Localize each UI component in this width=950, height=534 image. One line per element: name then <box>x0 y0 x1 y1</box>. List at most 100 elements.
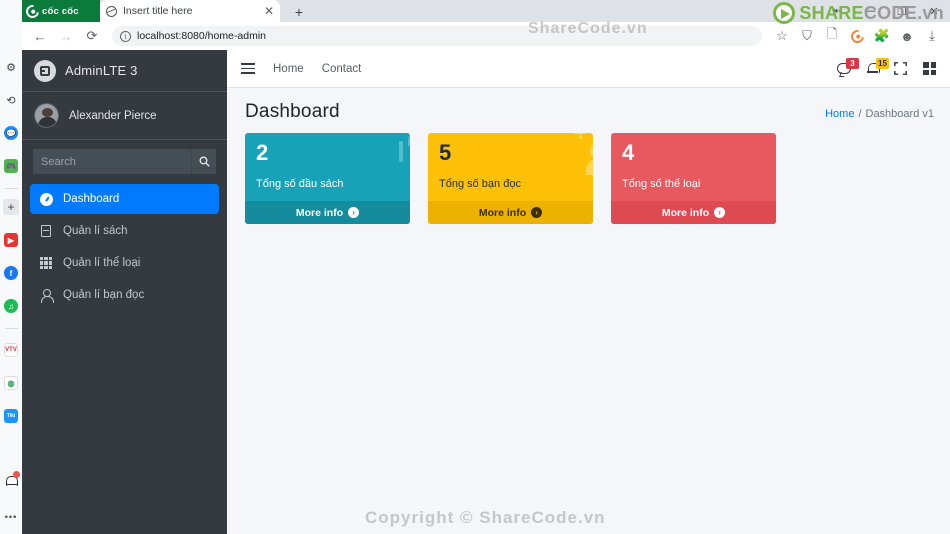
reading-list-icon[interactable]: 🗋 <box>820 24 844 48</box>
card-label: Tổng số đầu sách <box>256 178 344 190</box>
restore-down-icon[interactable]: ⇤ <box>822 0 854 22</box>
extensions-icon[interactable]: 🧩 <box>870 24 894 48</box>
bookmark-star-icon[interactable]: ☆ <box>770 24 794 48</box>
sidebar-brand[interactable]: AdminLTE 3 <box>22 50 227 92</box>
download-icon[interactable]: ⤓ <box>920 24 944 48</box>
card-more-info[interactable]: More info › <box>428 201 593 224</box>
coccoc-brand-label: cốc cốc <box>42 5 79 17</box>
navlink-contact[interactable]: Contact <box>322 63 362 75</box>
tab-favicon <box>106 5 117 17</box>
admin-sidebar: AdminLTE 3 Alexander Pierce Dashboard <box>22 50 227 534</box>
notifications-button[interactable]: 15 <box>867 58 889 74</box>
tab-title: Insert title here <box>123 5 193 17</box>
browser-window: ⚙ ⟲ 💬 🎮 + ▶ f ♫ VTV ◍ Tiki ••• cốc cốc I… <box>0 0 950 534</box>
user-icon <box>39 288 54 303</box>
sidebar-item-label: Quản lí thể loại <box>63 257 141 269</box>
navbar-right: 3 15 <box>837 58 936 75</box>
card-body: 2 Tổng số đầu sách <box>245 133 410 201</box>
gamepad-icon[interactable]: 🎮 <box>2 155 20 177</box>
more-options-icon[interactable]: ••• <box>2 506 20 528</box>
card-footer-label: More info <box>661 206 710 219</box>
close-window-button[interactable]: ✕ <box>918 0 950 22</box>
card-footer-label: More info <box>478 206 527 219</box>
tiki-icon[interactable]: Tiki <box>2 405 20 427</box>
sidebar-search <box>22 140 227 178</box>
card-total-categories: 4 Tổng số thể loại More info › <box>611 133 776 224</box>
notifications-badge: 15 <box>876 58 889 69</box>
card-body: 5 Tổng số bạn đọc <box>428 133 593 201</box>
sidebar-nav: Dashboard Quản lí sách Quản lí thể loại … <box>22 178 227 310</box>
emoji-icon[interactable]: ☻ <box>895 24 919 48</box>
content-header: Dashboard Home / Dashboard v1 <box>227 88 950 133</box>
sidebar-item-categories[interactable]: Quản lí thể loại <box>30 248 219 278</box>
card-more-info[interactable]: More info › <box>611 201 776 224</box>
window-controls: ⇤ — ❐ ✕ <box>822 0 950 22</box>
sidebar-item-label: Quản lí bạn đọc <box>63 289 145 301</box>
arrow-right-icon: › <box>348 207 360 218</box>
sidebar-item-label: Dashboard <box>63 193 120 205</box>
shopping-bag-icon <box>399 141 403 162</box>
breadcrumb-home[interactable]: Home <box>825 108 854 120</box>
minimize-button[interactable]: — <box>854 0 886 22</box>
sidebar-item-books[interactable]: Quản lí sách <box>30 216 219 246</box>
arrow-right-icon: › <box>531 207 543 218</box>
breadcrumb: Home / Dashboard v1 <box>825 101 934 120</box>
hamburger-icon[interactable] <box>241 63 255 74</box>
search-input[interactable] <box>33 149 191 174</box>
book-icon <box>39 225 53 237</box>
search-button[interactable] <box>191 149 216 174</box>
coccoc-icon[interactable]: ◍ <box>2 372 20 394</box>
youtube-icon[interactable]: ▶ <box>2 229 20 251</box>
browser-tab[interactable]: Insert title here ✕ <box>100 0 280 22</box>
add-icon[interactable]: + <box>3 199 19 215</box>
controls-sidebar-button[interactable] <box>923 62 936 75</box>
spotify-icon[interactable]: ♫ <box>2 295 20 317</box>
site-info-icon[interactable]: i <box>120 30 131 42</box>
messenger-icon[interactable]: 💬 <box>2 122 20 144</box>
forward-icon[interactable]: → <box>54 24 78 48</box>
toolbar-right-icons: ☆ ⛉ 🗋 🧩 ☻ ⤓ <box>770 24 944 48</box>
vtv-icon[interactable]: VTV <box>2 339 20 361</box>
card-number: 5 <box>439 140 451 165</box>
rail-divider-1 <box>4 188 18 189</box>
rail-bottom-group: ••• <box>0 470 22 528</box>
history-icon[interactable]: ⟲ <box>2 89 20 111</box>
messages-button[interactable]: 3 <box>837 58 859 74</box>
card-label: Tổng số thể loại <box>622 178 701 190</box>
close-tab-icon[interactable]: ✕ <box>264 5 274 17</box>
arrow-right-icon: › <box>714 207 726 218</box>
address-bar[interactable]: i localhost:8080/home-admin <box>112 26 762 46</box>
settings-icon[interactable]: ⚙ <box>2 56 20 78</box>
sidebar-item-dashboard[interactable]: Dashboard <box>30 184 219 214</box>
tachometer-icon <box>39 192 53 206</box>
facebook-icon[interactable]: f <box>2 262 20 284</box>
url-text: localhost:8080/home-admin <box>137 30 266 42</box>
grid-icon <box>39 257 53 269</box>
card-more-info[interactable]: More info › <box>245 201 410 224</box>
card-footer-label: More info <box>295 206 344 219</box>
messages-badge: 3 <box>846 58 859 69</box>
back-icon[interactable]: ← <box>28 24 52 48</box>
coccoc-logo-icon <box>23 1 42 21</box>
navlink-home[interactable]: Home <box>273 63 304 75</box>
coccoc-shield-icon[interactable] <box>845 24 869 48</box>
breadcrumb-separator: / <box>858 108 862 120</box>
fullscreen-button[interactable] <box>894 62 907 75</box>
reload-icon[interactable]: ⟳ <box>80 24 104 48</box>
card-number: 4 <box>622 140 634 165</box>
shield-icon[interactable]: ⛉ <box>795 24 819 48</box>
notification-bell-icon[interactable] <box>2 470 20 492</box>
tab-strip: cốc cốc Insert title here ✕ + ⇤ — ❐ ✕ <box>22 0 950 22</box>
maximize-button[interactable]: ❐ <box>886 0 918 22</box>
new-tab-button[interactable]: + <box>290 3 308 21</box>
sidebar-item-label: Quản lí sách <box>63 225 128 237</box>
coccoc-brand-tab: cốc cốc <box>22 0 100 22</box>
notification-dot <box>13 471 20 478</box>
sidebar-user-name: Alexander Pierce <box>69 109 157 122</box>
sidebar-item-readers[interactable]: Quản lí bạn đọc <box>30 280 219 310</box>
sidebar-user-panel[interactable]: Alexander Pierce <box>22 92 227 140</box>
admin-content: Home Contact 3 15 Dashboard Home / Dashb… <box>227 50 950 534</box>
card-total-readers: 5 Tổng số bạn đọc More info › <box>428 133 593 224</box>
adminlte-logo-icon <box>34 59 56 82</box>
rail-divider-2 <box>4 328 18 329</box>
